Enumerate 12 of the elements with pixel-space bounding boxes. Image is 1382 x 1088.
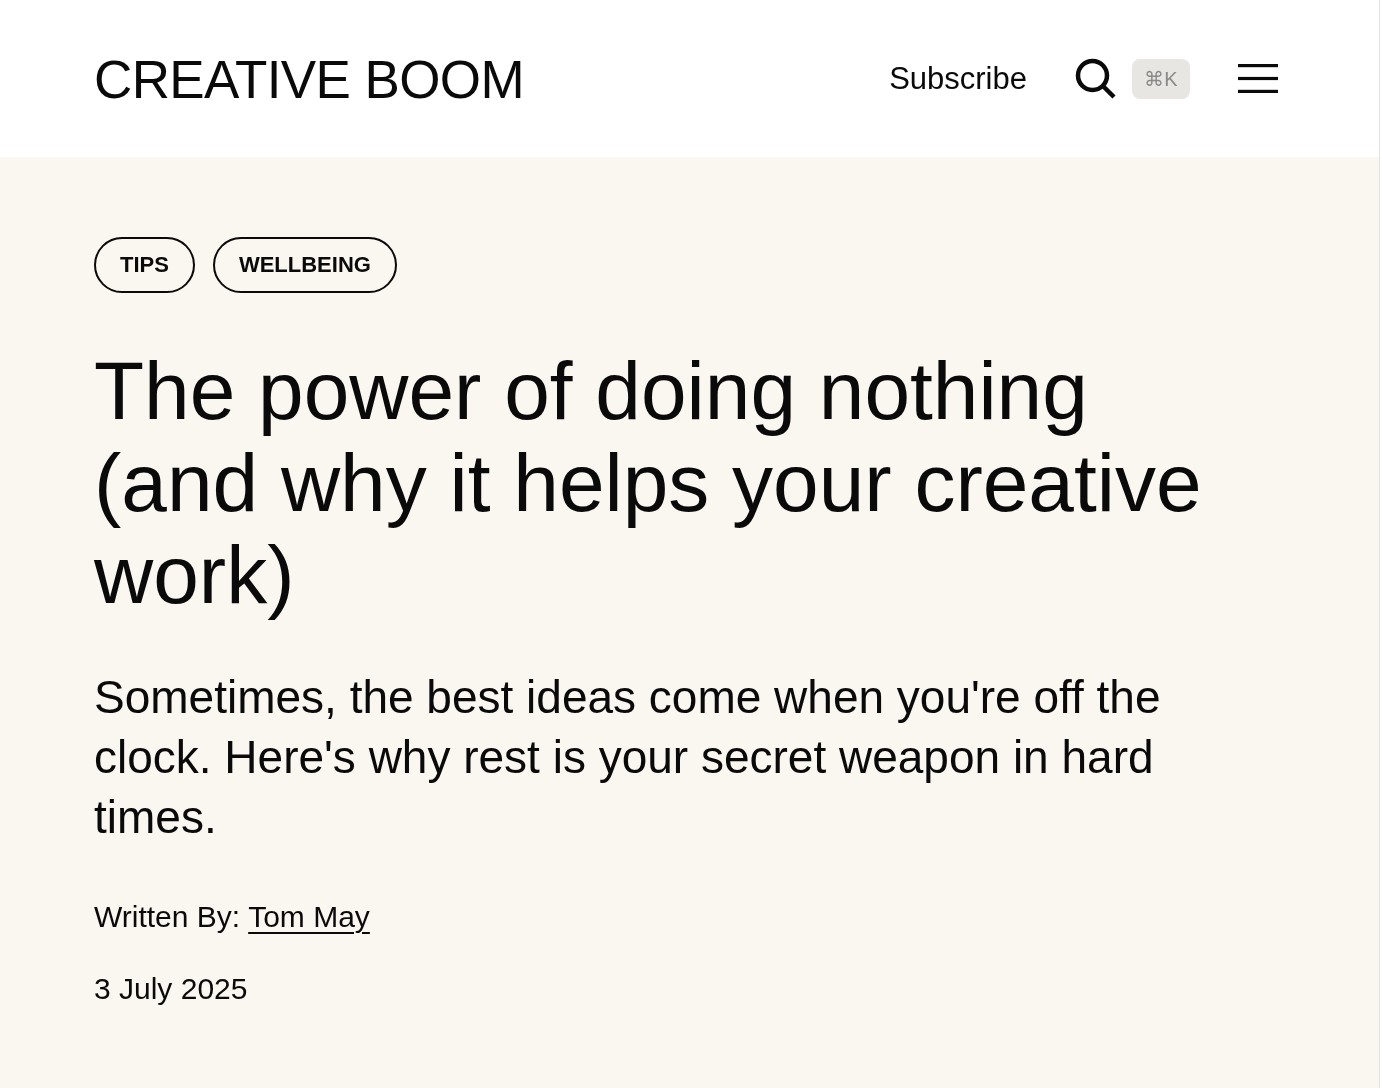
category-tag[interactable]: TIPS: [94, 237, 195, 293]
shortcut-key-hint: ⌘K: [1132, 58, 1190, 99]
article-title: The power of doing nothing (and why it helps your creative work): [94, 345, 1203, 621]
author-link[interactable]: Tom May: [248, 897, 370, 937]
category-tag[interactable]: WELLBEING: [212, 237, 397, 293]
written-by-label: Written By:: [94, 899, 241, 935]
site-logo[interactable]: CREATIVE BOOM: [94, 53, 524, 106]
publish-date: 3 July 2025: [94, 971, 248, 1007]
article-standfirst: Sometimes, the best ideas come when you're off the clock. Here's why rest is your secret weapon in hard times.: [94, 670, 1162, 845]
menu-icon[interactable]: [1238, 64, 1278, 93]
subscribe-link[interactable]: Subscribe: [889, 63, 1027, 94]
search-icon[interactable]: [1075, 58, 1116, 99]
